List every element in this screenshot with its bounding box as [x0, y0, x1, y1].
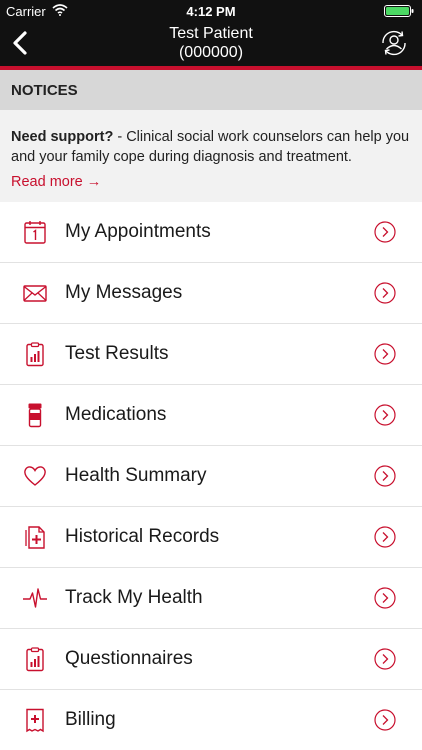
chevron-right-icon: [374, 343, 396, 365]
notice-message: Need support? - Clinical social work cou…: [11, 127, 413, 167]
patient-id: (000000): [178, 44, 244, 61]
menu-item-questionnaires[interactable]: Questionnaires: [0, 629, 422, 690]
menu-item-messages[interactable]: My Messages: [0, 263, 422, 324]
pill-bottle-icon: [28, 403, 42, 428]
notices-heading: NOTICES: [11, 82, 78, 99]
chevron-right-icon: [374, 221, 396, 243]
menu-item-appointments[interactable]: My Appointments: [0, 202, 422, 263]
bill-icon: [26, 708, 44, 733]
chevron-right-icon: [374, 648, 396, 670]
battery-icon: [384, 5, 414, 17]
main-menu: My Appointments My Messages Test Results: [0, 202, 422, 750]
calendar-icon: [24, 221, 46, 244]
menu-item-historical-records[interactable]: Historical Records: [0, 507, 422, 568]
clipboard-chart-icon: [26, 647, 44, 672]
navigation-bar: Test Patient (000000): [0, 20, 422, 66]
menu-item-track-my-health[interactable]: Track My Health: [0, 568, 422, 629]
heart-icon: [24, 466, 46, 486]
notice-title: Need support?: [11, 129, 114, 145]
notice-card: Need support? - Clinical social work cou…: [0, 110, 422, 202]
menu-item-health-summary[interactable]: Health Summary: [0, 446, 422, 507]
switch-patient-icon[interactable]: [380, 29, 408, 57]
chevron-right-icon: [374, 404, 396, 426]
status-time: 4:12 PM: [186, 4, 236, 19]
menu-item-label: My Messages: [65, 282, 183, 303]
chevron-right-icon: [374, 465, 396, 487]
menu-item-test-results[interactable]: Test Results: [0, 324, 422, 385]
chevron-right-icon: [374, 526, 396, 548]
menu-item-billing[interactable]: Billing: [0, 690, 422, 750]
medical-records-icon: [25, 526, 45, 549]
menu-item-label: Medications: [65, 404, 167, 425]
menu-item-label: Health Summary: [65, 465, 207, 486]
status-bar: Carrier 4:12 PM: [0, 0, 422, 20]
menu-item-label: Billing: [65, 709, 116, 730]
read-more-link[interactable]: Read more →: [11, 174, 101, 190]
app-header: Carrier 4:12 PM Test Patient (000000): [0, 0, 422, 66]
heartbeat-icon: [23, 588, 47, 608]
menu-item-label: Track My Health: [65, 587, 203, 608]
menu-item-label: Historical Records: [65, 526, 220, 547]
clipboard-chart-icon: [26, 342, 44, 367]
envelope-icon: [23, 285, 47, 302]
menu-item-label: My Appointments: [65, 221, 211, 242]
menu-item-label: Test Results: [65, 343, 169, 364]
menu-item-label: Questionnaires: [65, 648, 193, 669]
patient-name: Test Patient: [169, 25, 253, 42]
chevron-right-icon: [374, 282, 396, 304]
chevron-right-icon: [374, 587, 396, 609]
menu-item-medications[interactable]: Medications: [0, 385, 422, 446]
notices-header: NOTICES: [0, 70, 422, 110]
chevron-right-icon: [374, 709, 396, 731]
